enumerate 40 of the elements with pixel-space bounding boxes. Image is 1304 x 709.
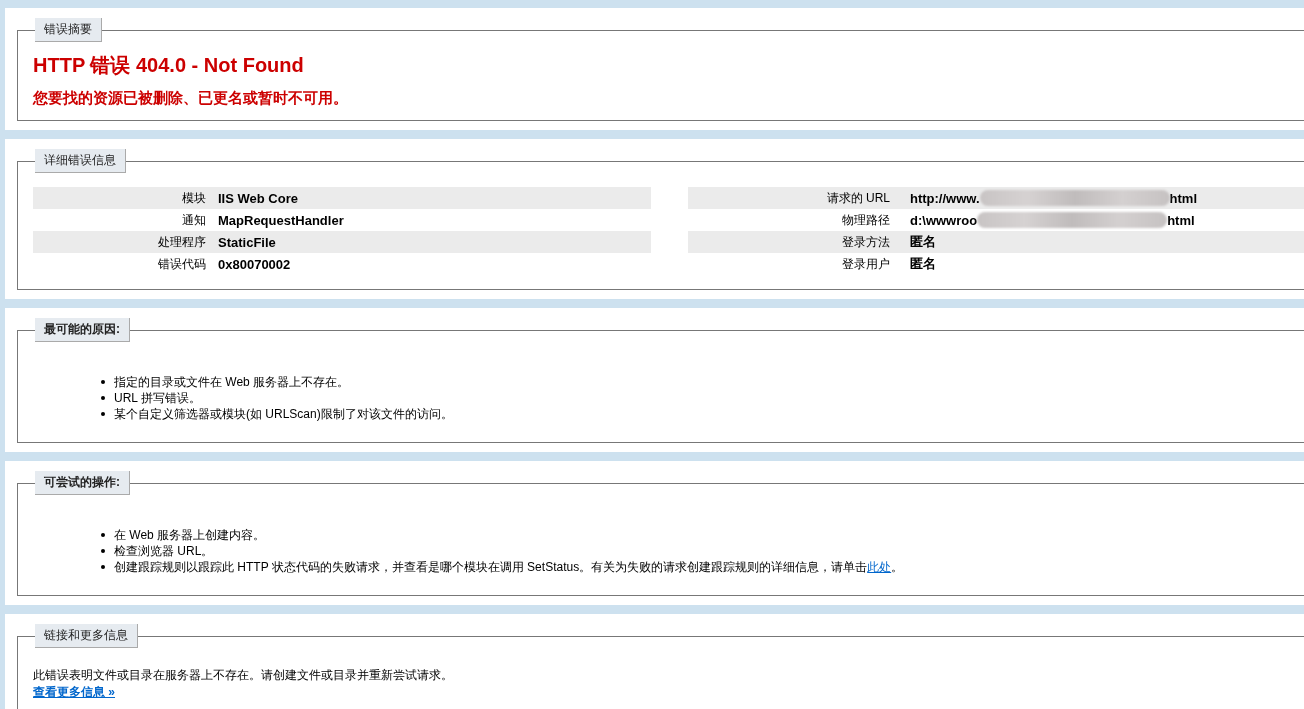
field-value: d:\wwwroo (910, 212, 978, 228)
field-value: html (1169, 190, 1197, 206)
list-item-text: 指定的目录或文件在 Web 服务器上不存在。 (114, 373, 350, 391)
field-label: 登录方法 (841, 233, 890, 251)
error-message: 您要找的资源已被删除、已更名或暂时不可用。 (33, 89, 349, 108)
here-link[interactable]: 此处 (867, 559, 892, 574)
field-label: 错误代码 (157, 255, 206, 273)
list-item-text: 在 Web 服务器上创建内容。 (114, 526, 266, 544)
section-title: 链接和更多信息 (35, 624, 138, 648)
field-value: StaticFile (218, 234, 276, 250)
section-title: 可尝试的操作: (35, 471, 130, 495)
field-value: 匿名 (910, 255, 936, 273)
list-item-text: 创建跟踪规则以跟踪此 HTTP 状态代码的失败请求，并查看是哪个模块在调用 SetStatus。有关为失败的请求创建跟踪规则的详细信息，请单击此处。 (114, 558, 904, 576)
bullet-icon (101, 396, 105, 400)
bullet-icon (101, 549, 105, 553)
field-value: 匿名 (910, 233, 936, 251)
more-info-link[interactable]: 查看更多信息 » (33, 685, 115, 699)
list-item-text: 检查浏览器 URL。 (114, 542, 214, 560)
field-label: 物理路径 (841, 211, 890, 229)
error-heading: HTTP 错误 404.0 - Not Found (33, 53, 305, 78)
field-value: IIS Web Core (218, 190, 298, 206)
field-label: 登录用户 (841, 255, 890, 273)
field-value: html (1167, 212, 1195, 228)
field-value: MapRequestHandler (218, 212, 344, 228)
bullet-icon (101, 565, 105, 569)
list-item-text: 某个自定义筛选器或模块(如 URLScan)限制了对该文件的访问。 (114, 405, 453, 423)
bullet-icon (101, 412, 105, 416)
section-title: 详细错误信息 (35, 149, 126, 173)
field-label: 通知 (181, 211, 206, 229)
field-label: 处理程序 (157, 233, 206, 251)
field-value: http://www. (910, 190, 980, 206)
field-label: 请求的 URL (825, 189, 890, 207)
bullet-icon (101, 380, 105, 384)
bullet-icon (101, 533, 105, 537)
field-label: 模块 (181, 189, 206, 207)
section-title: 错误摘要 (35, 18, 102, 42)
list-item-text: URL 拼写错误。 (114, 389, 201, 407)
section-title: 最可能的原因: (35, 318, 130, 342)
info-text: 此错误表明文件或目录在服务器上不存在。请创建文件或目录并重新尝试请求。 (33, 667, 454, 684)
field-value: 0x80070002 (218, 256, 291, 272)
